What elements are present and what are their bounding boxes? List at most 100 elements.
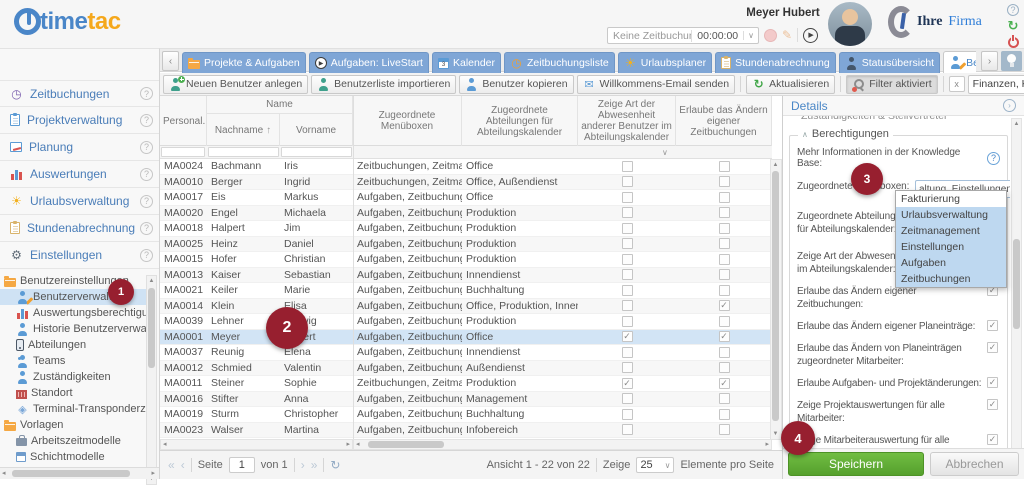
- lightbulb-icon[interactable]: [1001, 51, 1022, 71]
- cancel-button[interactable]: Abbrechen: [930, 452, 1019, 476]
- table-row-ma0015[interactable]: MA0015HoferChristianAufgaben, Zeitbuchun…: [160, 252, 772, 268]
- next-page-icon[interactable]: ›: [301, 458, 305, 472]
- table-row-ma0012[interactable]: MA0012SchmiedValentinAufgaben, Zeitbuchu…: [160, 361, 772, 377]
- scroll-right-icon[interactable]: ▸: [765, 441, 769, 449]
- scroll-left-icon[interactable]: ◂: [163, 441, 167, 449]
- edit-checkbox[interactable]: [719, 238, 730, 249]
- scrollbar-thumb[interactable]: [772, 171, 779, 421]
- table-row-ma0021[interactable]: MA0021KeilerMarieAufgaben, Zeitbuchungen…: [160, 283, 772, 299]
- absence-checkbox[interactable]: [622, 331, 633, 342]
- table-row-ma0037[interactable]: MA0037ReunigElenaAufgaben, Zeitbuchungen…: [160, 345, 772, 361]
- tab-benutzerverwaltung[interactable]: Benutzerverwaltung×: [943, 51, 976, 73]
- help-icon[interactable]: [140, 87, 153, 100]
- toolbar-button-neuen-benutzer-anlegen[interactable]: Neuen Benutzer anlegen: [163, 75, 308, 94]
- tabs-scroll-right-button[interactable]: ›: [981, 51, 998, 71]
- tree-item-zust-ndigkeiten[interactable]: Zuständigkeiten: [0, 369, 147, 385]
- tree-item-auswertungsberechtigungen[interactable]: Auswertungsberechtigungen: [0, 305, 147, 321]
- edit-checkbox[interactable]: [719, 362, 730, 373]
- column-header-menueboxen[interactable]: Zugeordnete Menüboxen: [353, 96, 462, 146]
- tab-urlaubsplaner[interactable]: Urlaubsplaner: [618, 52, 712, 73]
- absence-checkbox[interactable]: [622, 424, 633, 435]
- edit-icon[interactable]: [782, 29, 792, 41]
- help-icon[interactable]: [140, 141, 153, 154]
- table-hscrollbar[interactable]: ◂ ▸: [353, 439, 772, 450]
- edit-checkbox[interactable]: [719, 161, 730, 172]
- absence-checkbox[interactable]: [622, 347, 633, 358]
- column-header-personalnummer[interactable]: Personal...: [160, 96, 207, 146]
- absence-checkbox[interactable]: [622, 378, 633, 389]
- table-row-ma0019[interactable]: MA0019SturmChristopherAufgaben, Zeitbuch…: [160, 407, 772, 423]
- tab-zeitbuchungsliste[interactable]: Zeitbuchungsliste: [504, 52, 615, 73]
- first-page-icon[interactable]: «: [168, 458, 175, 472]
- details-scrollbar[interactable]: ▲ ▼: [1011, 118, 1022, 464]
- absence-checkbox[interactable]: [622, 238, 633, 249]
- column-header-zeige-abwesenheit[interactable]: Zeige Art der Abwesenheit anderer Benutz…: [578, 96, 676, 146]
- scroll-right-icon[interactable]: ▸: [346, 441, 350, 449]
- perm-checkbox[interactable]: [987, 434, 998, 445]
- dropdown-option-urlaubsverwaltung[interactable]: Urlaubsverwaltung: [896, 207, 1006, 223]
- tabs-scroll-left-button[interactable]: ‹: [162, 51, 179, 71]
- tree-item-standort[interactable]: Standort: [0, 385, 147, 401]
- refresh-icon[interactable]: ↻: [330, 458, 340, 472]
- collapse-panel-icon[interactable]: [1003, 99, 1016, 112]
- last-page-icon[interactable]: »: [311, 458, 318, 472]
- absence-checkbox[interactable]: [622, 176, 633, 187]
- absence-checkbox[interactable]: [622, 161, 633, 172]
- sidebar-hscrollbar[interactable]: ◂ ▸: [0, 467, 159, 479]
- toolbar-button-willkommens-email-senden[interactable]: Willkommens-Email senden: [577, 75, 736, 94]
- perm-checkbox[interactable]: [987, 399, 998, 410]
- table-row-ma0014[interactable]: MA0014KleinElisaAufgaben, Zeitbuchungen,…: [160, 299, 772, 315]
- edit-checkbox[interactable]: [719, 409, 730, 420]
- dropdown-option-zeitmanagement[interactable]: Zeitmanagement: [896, 223, 1006, 239]
- table-row-ma0018[interactable]: MA0018HalpertJimAufgaben, Zeitbuchungen,…: [160, 221, 772, 237]
- prev-page-icon[interactable]: ‹: [181, 458, 185, 472]
- column-header-vorname[interactable]: Vorname: [280, 114, 353, 146]
- edit-checkbox[interactable]: [719, 254, 730, 265]
- column-header-nachname[interactable]: Nachname: [207, 114, 280, 146]
- absence-checkbox[interactable]: [622, 207, 633, 218]
- absence-checkbox[interactable]: [622, 269, 633, 280]
- edit-checkbox[interactable]: [719, 393, 730, 404]
- tree-item-arbeitszeitmodelle[interactable]: Arbeitszeitmodelle: [0, 433, 147, 449]
- sidebar-item-planung[interactable]: Planung: [0, 134, 159, 161]
- edit-checkbox[interactable]: [719, 316, 730, 327]
- scrollbar-thumb[interactable]: [148, 288, 155, 368]
- tree-item-historie-benutzerverwaltung[interactable]: Historie Benutzerverwaltung: [0, 321, 147, 337]
- edit-checkbox[interactable]: [719, 285, 730, 296]
- filter-input-nachname[interactable]: [208, 147, 279, 157]
- table-row-ma0016[interactable]: MA0016StifterAnnaAufgaben, Zeitbuchungen…: [160, 392, 772, 408]
- table-row-ma0010[interactable]: MA0010BergerIngridZeitbuchungen, Zeitman…: [160, 175, 772, 191]
- sidebar-item-stundenabrechnung[interactable]: Stundenabrechnung: [0, 215, 159, 242]
- sidebar-item-auswertungen[interactable]: Auswertungen: [0, 161, 159, 188]
- absence-checkbox[interactable]: [622, 285, 633, 296]
- scrollbar-thumb[interactable]: [1013, 239, 1020, 329]
- absence-checkbox[interactable]: [622, 393, 633, 404]
- edit-checkbox[interactable]: [719, 300, 730, 311]
- dropdown-option-fakturierung[interactable]: Fakturierung: [896, 191, 1006, 207]
- table-row-ma0039[interactable]: MA0039LehnerHerwigAufgaben, Zeitbuchunge…: [160, 314, 772, 330]
- logout-power-icon[interactable]: [1008, 37, 1019, 48]
- sidebar-item-projektverwaltung[interactable]: Projektverwaltung: [0, 107, 159, 134]
- page-input[interactable]: 1: [229, 457, 255, 473]
- sidebar-item-urlaubsverwaltung[interactable]: Urlaubsverwaltung: [0, 188, 159, 215]
- scroll-down-icon[interactable]: ▼: [771, 430, 780, 438]
- edit-checkbox[interactable]: [719, 176, 730, 187]
- refresh-icon[interactable]: [1008, 20, 1019, 32]
- tree-item-abteilungen[interactable]: Abteilungen: [0, 337, 147, 353]
- dropdown-option-einstellungen[interactable]: Einstellungen: [896, 239, 1006, 255]
- help-icon[interactable]: [140, 114, 153, 127]
- absence-checkbox[interactable]: [622, 300, 633, 311]
- table-row-ma0020[interactable]: MA0020EngelMichaelaAufgaben, Zeitbuchung…: [160, 206, 772, 222]
- help-icon[interactable]: [140, 222, 153, 235]
- filter-input-vorname[interactable]: [281, 147, 352, 157]
- play-icon[interactable]: [803, 28, 818, 43]
- filter-chevron-down-icon[interactable]: ∨: [662, 148, 668, 157]
- table-row-ma0011[interactable]: MA0011SteinerSophieZeitbuchungen, Zeitma…: [160, 376, 772, 392]
- edit-checkbox[interactable]: [719, 331, 730, 342]
- toolbar-button-aktualisieren[interactable]: Aktualisieren: [746, 75, 835, 94]
- edit-checkbox[interactable]: [719, 378, 730, 389]
- dropdown-option-aufgaben[interactable]: Aufgaben: [896, 255, 1006, 271]
- edit-checkbox[interactable]: [719, 223, 730, 234]
- tab-kalender[interactable]: Kalender: [432, 52, 501, 73]
- filter-select[interactable]: Finanzen, Kostenrechnung, Berecht ∨: [968, 75, 1024, 94]
